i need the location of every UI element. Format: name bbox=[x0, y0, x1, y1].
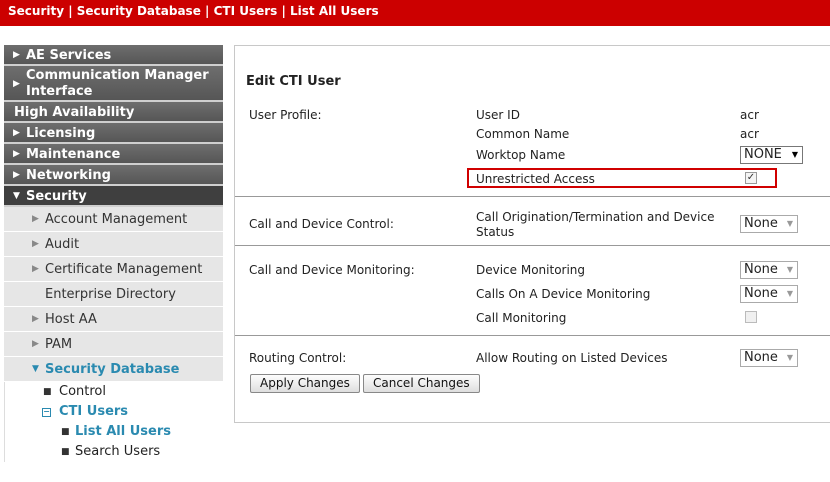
common-name-value: acr bbox=[740, 127, 759, 141]
triangle-right-icon: ▶ bbox=[32, 214, 39, 224]
divider bbox=[235, 245, 830, 246]
worktop-name-label: Worktop Name bbox=[476, 148, 566, 162]
call-device-monitoring-label: Call and Device Monitoring: bbox=[249, 263, 415, 277]
sidebar-item-label: Networking bbox=[26, 168, 111, 183]
sidebar-item-label: Communication Manager Interface bbox=[26, 68, 209, 99]
user-id-label: User ID bbox=[476, 108, 520, 122]
triangle-right-icon: ▶ bbox=[13, 79, 20, 89]
divider bbox=[235, 196, 830, 197]
chevron-down-icon: ▼ bbox=[786, 265, 793, 274]
calls-on-device-label: Calls On A Device Monitoring bbox=[476, 287, 651, 301]
edit-cti-user-panel: Edit CTI User User Profile: User ID acr … bbox=[234, 45, 830, 423]
sidebar-item-pam[interactable]: ▶ PAM bbox=[4, 332, 223, 357]
triangle-right-icon: ▶ bbox=[32, 339, 39, 349]
worktop-name-select[interactable]: NONE ▼ bbox=[740, 146, 803, 164]
select-value: None bbox=[744, 350, 778, 365]
sidebar-item-label: Audit bbox=[45, 237, 80, 252]
unrestricted-access-label: Unrestricted Access bbox=[476, 172, 595, 186]
sidebar-item-label: Host AA bbox=[45, 312, 97, 327]
sidebar-item-label: Search Users bbox=[75, 444, 161, 459]
sidebar-item-label: List All Users bbox=[75, 424, 171, 439]
calls-on-device-select[interactable]: None ▼ bbox=[740, 285, 798, 303]
triangle-right-icon: ▶ bbox=[32, 264, 39, 274]
triangle-right-icon: ▶ bbox=[13, 128, 20, 138]
unrestricted-access-checkbox[interactable]: ✓ bbox=[745, 172, 757, 184]
sidebar-item-security[interactable]: ▼ Security bbox=[4, 186, 223, 207]
sidebar-item-label: Security Database bbox=[45, 362, 180, 377]
sidebar-item-communication-manager-interface[interactable]: ▶ Communication Manager Interface bbox=[4, 66, 223, 102]
chevron-down-icon: ▼ bbox=[786, 219, 793, 228]
call-origination-label: Call Origination/Termination and Device … bbox=[476, 210, 715, 239]
apply-changes-button[interactable]: Apply Changes bbox=[250, 374, 360, 393]
device-monitoring-label: Device Monitoring bbox=[476, 263, 586, 277]
check-icon: ✓ bbox=[746, 172, 756, 183]
sidebar-item-security-database[interactable]: ▼ Security Database bbox=[4, 357, 223, 382]
triangle-right-icon: ▶ bbox=[32, 314, 39, 324]
allow-routing-label: Allow Routing on Listed Devices bbox=[476, 351, 668, 365]
divider bbox=[235, 335, 830, 336]
triangle-down-icon: ▼ bbox=[32, 364, 39, 374]
call-monitoring-label: Call Monitoring bbox=[476, 311, 567, 325]
sidebar-item-licensing[interactable]: ▶ Licensing bbox=[4, 123, 223, 144]
sidebar-nav: ▶ AE Services ▶ Communication Manager In… bbox=[4, 45, 223, 462]
select-value: None bbox=[744, 262, 778, 277]
select-value: None bbox=[744, 286, 778, 301]
triangle-right-icon: ▶ bbox=[13, 170, 20, 180]
sidebar-item-label: CTI Users bbox=[59, 404, 129, 419]
sidebar-item-account-management[interactable]: ▶ Account Management bbox=[4, 207, 223, 232]
bullet-icon: ■ bbox=[61, 447, 70, 457]
sidebar-item-label: High Availability bbox=[14, 105, 135, 120]
bullet-icon: ■ bbox=[61, 427, 70, 437]
sidebar-item-list-all-users[interactable]: ■ List All Users bbox=[4, 422, 223, 442]
allow-routing-select[interactable]: None ▼ bbox=[740, 349, 798, 367]
sidebar-item-networking[interactable]: ▶ Networking bbox=[4, 165, 223, 186]
sidebar-item-label: Enterprise Directory bbox=[45, 287, 176, 302]
collapse-minus-icon: − bbox=[42, 407, 51, 417]
select-value: None bbox=[744, 216, 778, 231]
chevron-down-icon: ▼ bbox=[786, 289, 793, 298]
sidebar-item-label: Certificate Management bbox=[45, 262, 203, 277]
sidebar-item-maintenance[interactable]: ▶ Maintenance bbox=[4, 144, 223, 165]
user-profile-label: User Profile: bbox=[249, 108, 322, 122]
triangle-down-icon: ▼ bbox=[13, 191, 20, 201]
sidebar-item-cti-users[interactable]: − CTI Users bbox=[4, 402, 223, 422]
sidebar-item-ae-services[interactable]: ▶ AE Services bbox=[4, 45, 223, 66]
routing-control-label: Routing Control: bbox=[249, 351, 347, 365]
sidebar-item-control[interactable]: ■ Control bbox=[4, 382, 223, 402]
user-id-value: acr bbox=[740, 108, 759, 122]
sidebar-item-label: Security bbox=[26, 189, 87, 204]
sidebar-item-label: Maintenance bbox=[26, 147, 121, 162]
device-monitoring-select[interactable]: None ▼ bbox=[740, 261, 798, 279]
sidebar-item-label: Licensing bbox=[26, 126, 96, 141]
chevron-down-icon: ▼ bbox=[786, 353, 793, 362]
chevron-down-icon: ▼ bbox=[791, 150, 798, 159]
triangle-right-icon: ▶ bbox=[13, 149, 20, 159]
call-device-control-label: Call and Device Control: bbox=[249, 217, 394, 231]
sidebar-item-search-users[interactable]: ■ Search Users bbox=[4, 442, 223, 462]
sidebar-item-label: Control bbox=[59, 384, 106, 399]
sidebar-item-label: AE Services bbox=[26, 48, 112, 63]
header-bar: Security | Security Database | CTI Users… bbox=[0, 0, 830, 26]
triangle-right-icon: ▶ bbox=[32, 239, 39, 249]
sidebar-item-certificate-management[interactable]: ▶ Certificate Management bbox=[4, 257, 223, 282]
page-title: Edit CTI User bbox=[246, 74, 341, 89]
sidebar-item-host-aa[interactable]: ▶ Host AA bbox=[4, 307, 223, 332]
sidebar-item-high-availability[interactable]: High Availability bbox=[4, 102, 223, 123]
sidebar-item-label: Account Management bbox=[45, 212, 188, 227]
sidebar-item-label: PAM bbox=[45, 337, 73, 352]
triangle-right-icon: ▶ bbox=[13, 50, 20, 60]
sidebar-item-audit[interactable]: ▶ Audit bbox=[4, 232, 223, 257]
call-monitoring-checkbox[interactable] bbox=[745, 311, 757, 323]
select-value: NONE bbox=[744, 147, 782, 162]
bullet-icon: ■ bbox=[43, 387, 52, 397]
common-name-label: Common Name bbox=[476, 127, 570, 141]
call-origination-select[interactable]: None ▼ bbox=[740, 215, 798, 233]
cancel-changes-button[interactable]: Cancel Changes bbox=[363, 374, 480, 393]
sidebar-item-enterprise-directory[interactable]: Enterprise Directory bbox=[4, 282, 223, 307]
breadcrumb[interactable]: Security | Security Database | CTI Users… bbox=[8, 4, 379, 18]
